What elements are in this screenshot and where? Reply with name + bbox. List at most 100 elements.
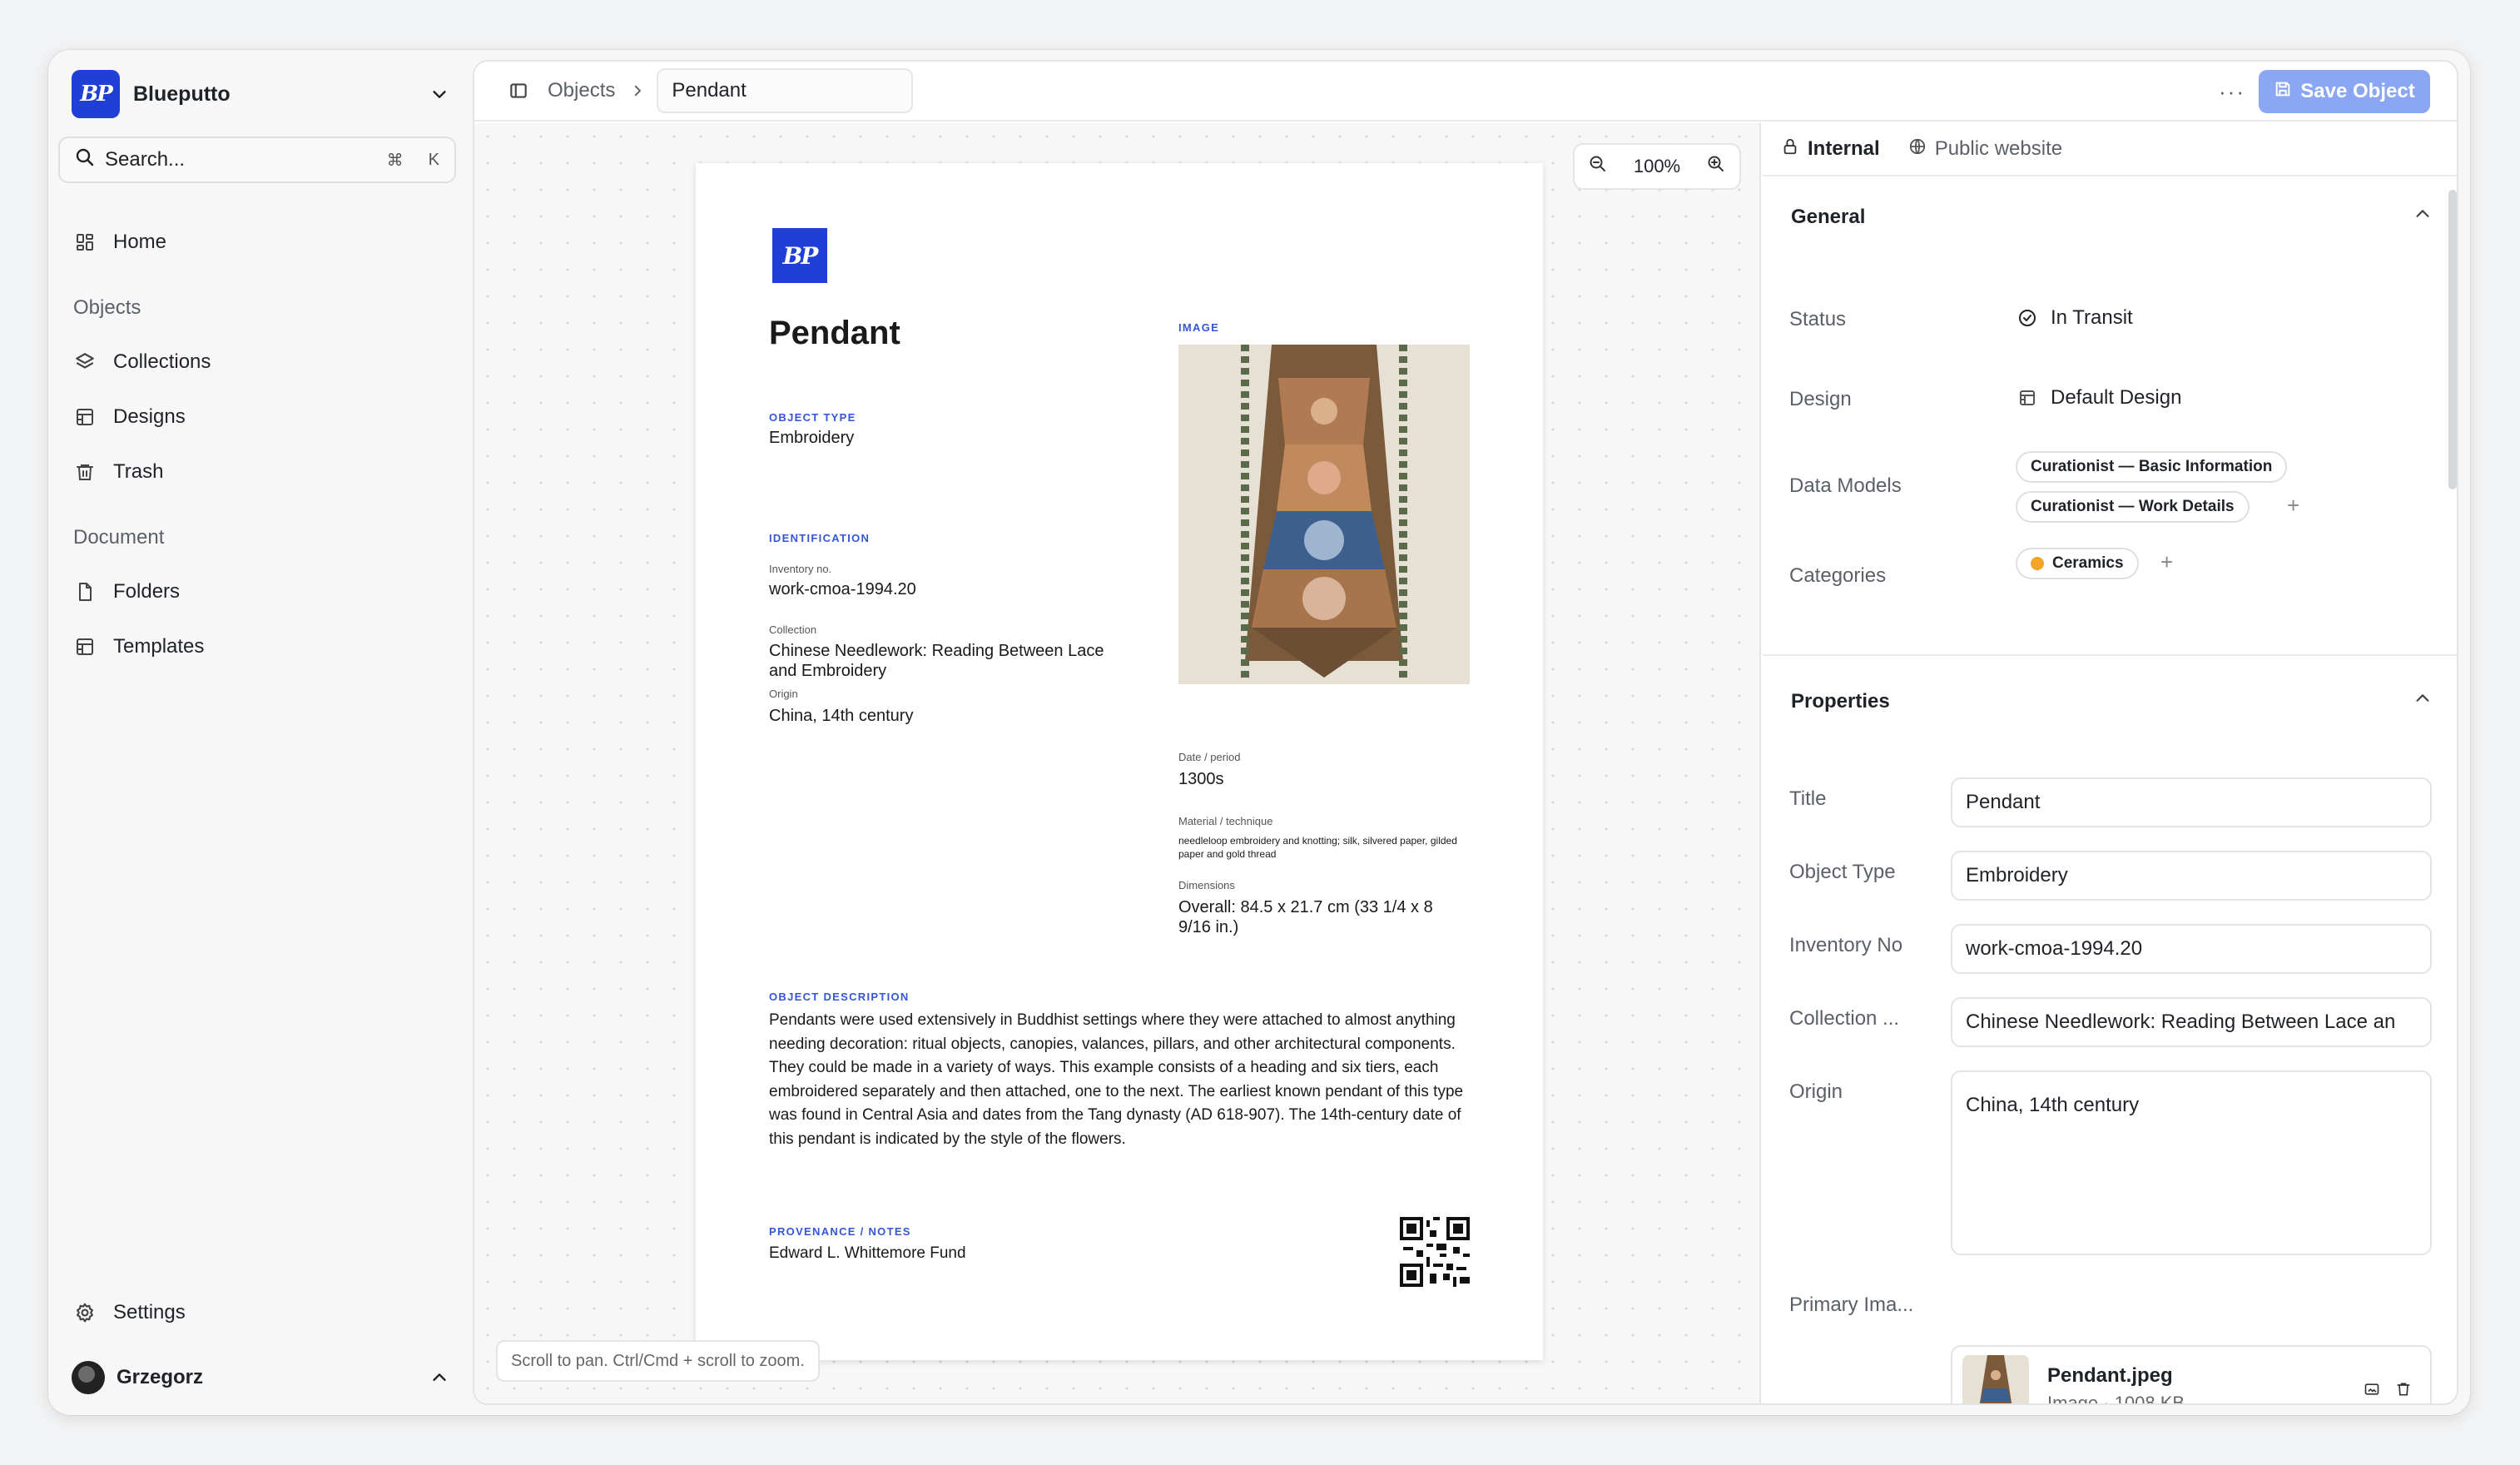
zoom-out-icon[interactable]: [1588, 154, 1608, 179]
origin-value: China, 14th century: [769, 707, 914, 725]
search-placeholder: Search...: [105, 148, 186, 171]
collection-field[interactable]: Chinese Needlework: Reading Between Lace…: [1951, 997, 2432, 1047]
tab-internal[interactable]: Internal: [1781, 137, 1880, 161]
title-label: Title: [1789, 787, 1827, 810]
workspace-logo: BP: [72, 70, 120, 118]
sidebar-item-label: Templates: [113, 635, 205, 658]
sidebar-item-label: Trash: [113, 460, 164, 483]
template-icon: [72, 633, 98, 660]
material-value: needleloop embroidery and knotting; silk…: [1178, 835, 1457, 860]
layout-icon: [72, 404, 98, 430]
inspector-tabs: Internal Public website: [1763, 123, 2457, 176]
file-info: Pendant.jpeg Image · 1008 KB: [2047, 1364, 2364, 1403]
dimensions-label: Dimensions: [1178, 879, 1235, 891]
replace-image-icon[interactable]: [2364, 1381, 2380, 1398]
add-data-model-icon[interactable]: +: [2287, 493, 2299, 519]
layout-icon: [2017, 388, 2037, 408]
sidebar-item-label: Folders: [113, 580, 181, 603]
workspace-switcher[interactable]: BP Blueputto: [72, 65, 454, 123]
breadcrumb: Objects Pendant: [548, 68, 914, 113]
zoom-in-icon[interactable]: [1706, 154, 1726, 179]
image-label: IMAGE: [1178, 321, 1220, 334]
more-options-icon[interactable]: ···: [2215, 77, 2249, 107]
sidebar-item-folders[interactable]: Folders: [72, 569, 454, 614]
inspector-scrollbar[interactable]: [2448, 190, 2457, 489]
chevron-up-icon[interactable]: [2413, 205, 2432, 229]
title-field[interactable]: Pendant: [1951, 777, 2432, 827]
design-canvas[interactable]: 100% BP Pendant IMAGE OBJECT TYPE Embroi…: [474, 123, 1761, 1403]
search-input[interactable]: Search... ⌘ K: [58, 137, 456, 183]
status-select[interactable]: In Transit: [2017, 306, 2133, 330]
object-type-label: OBJECT TYPE: [769, 411, 856, 424]
date-value: 1300s: [1178, 770, 1224, 788]
sidebar-item-designs[interactable]: Designs: [72, 395, 454, 440]
layers-icon: [72, 349, 98, 375]
sidebar-item-label: Collections: [113, 350, 211, 373]
gear-icon: [72, 1299, 98, 1326]
sidebar-item-trash[interactable]: Trash: [72, 449, 454, 494]
description-text: Pendants were used extensively in Buddhi…: [769, 1011, 1464, 1148]
category-color-dot: [2031, 557, 2044, 570]
file-name: Pendant.jpeg: [2047, 1364, 2173, 1387]
design-label: Design: [1789, 388, 1852, 410]
file-icon: [72, 579, 98, 605]
document-title: Pendant: [769, 315, 900, 351]
sidebar-item-settings[interactable]: Settings: [72, 1290, 454, 1335]
status-value: In Transit: [2051, 306, 2133, 329]
sidebar-item-templates[interactable]: Templates: [72, 624, 454, 669]
data-model-chip[interactable]: Curationist — Basic Information: [2016, 451, 2288, 483]
provenance-value: Edward L. Whittemore Fund: [769, 1244, 966, 1262]
breadcrumb-objects[interactable]: Objects: [548, 79, 615, 102]
sidebar-item-label: Settings: [113, 1301, 186, 1323]
document-logo: BP: [772, 228, 827, 283]
app-window: BP Blueputto Search... ⌘ K Home Objects: [48, 50, 2470, 1415]
category-chip[interactable]: Ceramics: [2016, 548, 2139, 579]
save-object-button[interactable]: Save Object: [2259, 70, 2430, 113]
chevron-down-icon[interactable]: [424, 79, 454, 109]
delete-image-icon[interactable]: [2395, 1381, 2412, 1398]
identification-label: IDENTIFICATION: [769, 532, 871, 544]
add-category-icon[interactable]: +: [2160, 549, 2173, 575]
inspector-panel: Internal Public website General Status I…: [1763, 123, 2457, 1403]
sidebar-item-collections[interactable]: Collections: [72, 340, 454, 385]
inventory-field[interactable]: work-cmoa-1994.20: [1951, 924, 2432, 974]
general-section-header[interactable]: General: [1791, 205, 2432, 229]
chevron-up-icon[interactable]: [2413, 689, 2432, 713]
properties-section-header[interactable]: Properties: [1791, 689, 2432, 713]
lock-icon: [1781, 137, 1799, 161]
design-select[interactable]: Default Design: [2017, 386, 2181, 410]
sidebar-toggle-icon[interactable]: [508, 80, 529, 102]
object-image: [1178, 345, 1470, 684]
collection-value: Chinese Needlework: Reading Between Lace…: [769, 642, 1104, 680]
zoom-controls: 100%: [1573, 143, 1741, 190]
trash-icon: [72, 459, 98, 485]
sidebar-item-home[interactable]: Home: [72, 220, 454, 265]
category-chip-label: Ceramics: [2052, 554, 2124, 572]
object-type-label: Object Type: [1789, 861, 1896, 883]
dashboard-icon: [72, 229, 98, 256]
breadcrumb-current-input[interactable]: Pendant: [657, 68, 914, 113]
primary-image-file[interactable]: Pendant.jpeg Image · 1008 KB: [1951, 1345, 2432, 1403]
main-panel: Objects Pendant ··· Save Object 100% BP …: [473, 60, 2458, 1405]
sidebar-item-label: Home: [113, 231, 167, 253]
object-type-field[interactable]: Embroidery: [1951, 851, 2432, 901]
shortcut-cmd: ⌘: [386, 151, 404, 170]
chevron-right-icon: [630, 83, 645, 98]
inventory-value: work-cmoa-1994.20: [769, 580, 916, 598]
inventory-label: Inventory No: [1789, 934, 1903, 956]
user-menu[interactable]: Grzegorz: [72, 1355, 454, 1400]
dimensions-value: Overall: 84.5 x 21.7 cm (33 1/4 x 8 9/16…: [1178, 898, 1433, 936]
tab-public-website[interactable]: Public website: [1908, 137, 2062, 161]
primary-image-label: Primary Ima...: [1789, 1294, 1914, 1316]
origin-field[interactable]: China, 14th century: [1951, 1070, 2432, 1255]
document-page[interactable]: BP Pendant IMAGE OBJECT TYPE Embroidery …: [696, 163, 1543, 1360]
tab-internal-label: Internal: [1808, 137, 1880, 160]
data-models-label: Data Models: [1789, 474, 1902, 497]
check-circle-icon: [2017, 308, 2037, 328]
data-model-chip[interactable]: Curationist — Work Details: [2016, 491, 2250, 523]
canvas-hint: Scroll to pan. Ctrl/Cmd + scroll to zoom…: [496, 1340, 820, 1382]
chevron-up-icon[interactable]: [424, 1363, 454, 1393]
description-label: OBJECT DESCRIPTION: [769, 991, 910, 1003]
zoom-level: 100%: [1633, 156, 1681, 176]
inventory-label: Inventory no.: [769, 563, 832, 575]
